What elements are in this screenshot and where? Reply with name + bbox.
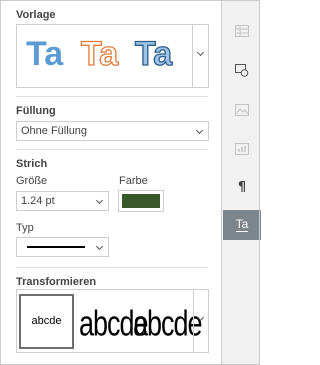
- stroke-type-label: Typ: [16, 222, 34, 234]
- text-art-preset-picker[interactable]: Ta Ta Ta: [16, 24, 209, 88]
- fill-type-value: Ohne Füllung: [21, 125, 88, 137]
- chevron-down-icon: [95, 196, 104, 205]
- stroke-color-button[interactable]: [118, 190, 164, 212]
- stroke-color-label: Farbe: [119, 175, 148, 187]
- right-settings-sidebar: ¶ Ta: [221, 0, 261, 365]
- paragraph-icon: ¶: [237, 179, 247, 195]
- divider: [16, 96, 208, 97]
- shape-icon: [235, 63, 249, 77]
- stroke-color-swatch: [122, 194, 160, 208]
- preset-sample-blue[interactable]: Ta: [26, 34, 63, 74]
- preset-samples: Ta Ta Ta: [17, 25, 193, 87]
- preset-sample-orange-outline[interactable]: Ta: [80, 34, 118, 74]
- transform-none-option[interactable]: abcde: [19, 294, 74, 349]
- chart-settings-tab[interactable]: [223, 134, 261, 164]
- chart-icon: [235, 143, 249, 155]
- transform-wave-option[interactable]: abcde: [133, 303, 203, 345]
- stroke-section-title: Strich: [16, 158, 48, 170]
- text-art-icon: Ta: [235, 217, 249, 232]
- paragraph-settings-tab[interactable]: ¶: [223, 172, 261, 202]
- fill-type-select[interactable]: Ohne Füllung: [16, 121, 209, 141]
- stroke-size-label: Größe: [16, 175, 48, 187]
- line-style-sample: [27, 246, 85, 248]
- stroke-size-value: 1.24 pt: [21, 195, 55, 207]
- preset-dropdown-arrow-icon[interactable]: [196, 48, 205, 57]
- divider: [16, 149, 208, 150]
- preset-section-title: Vorlage: [16, 9, 56, 21]
- chevron-down-icon: [195, 126, 204, 135]
- divider: [16, 267, 208, 268]
- transform-section-title: Transformieren: [16, 276, 97, 288]
- table-icon: [235, 25, 249, 37]
- preset-sample-blue-outline[interactable]: Ta: [134, 34, 172, 74]
- stroke-size-select[interactable]: 1.24 pt: [16, 191, 109, 211]
- picker-separator: [193, 290, 194, 352]
- shape-settings-tab[interactable]: [223, 55, 261, 85]
- table-settings-tab[interactable]: [223, 16, 261, 46]
- fill-section-title: Füllung: [16, 105, 56, 117]
- text-art-settings-panel: Vorlage Ta Ta Ta Füllung Ohne Füllung St…: [0, 0, 221, 365]
- image-settings-tab[interactable]: [223, 95, 261, 125]
- text-art-settings-tab[interactable]: Ta: [223, 210, 261, 240]
- stroke-type-select[interactable]: [16, 237, 109, 257]
- chevron-down-icon: [95, 242, 104, 251]
- text-transform-picker[interactable]: abcde abcde abcde: [16, 289, 209, 353]
- image-icon: [235, 104, 249, 116]
